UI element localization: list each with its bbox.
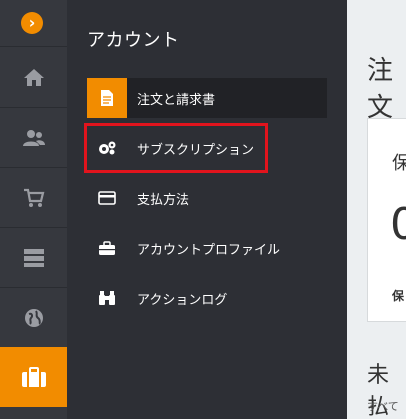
briefcase-icon bbox=[21, 367, 46, 387]
binoculars-icon bbox=[87, 278, 127, 318]
page-title: 注文 bbox=[367, 56, 394, 123]
document-icon bbox=[87, 78, 127, 118]
panel-title: アカウント bbox=[87, 30, 180, 51]
users-button[interactable] bbox=[0, 107, 67, 168]
globe-button[interactable] bbox=[0, 287, 67, 348]
home-icon bbox=[23, 69, 44, 86]
menu-item-label: 支払方法 bbox=[137, 192, 190, 208]
menu-item-label: アクションログ bbox=[137, 292, 228, 308]
server-icon bbox=[23, 249, 44, 267]
cart-icon bbox=[23, 188, 44, 207]
menu-item-payment-methods[interactable]: 支払方法 bbox=[87, 178, 327, 218]
cart-button[interactable] bbox=[0, 167, 67, 228]
card-sub-label: 保 bbox=[392, 289, 405, 303]
expand-toggle-button[interactable]: › bbox=[21, 12, 43, 34]
highlight-annotation bbox=[84, 123, 268, 173]
menu-item-label: 注文と請求書 bbox=[137, 92, 216, 108]
menu-item-label: アカウントプロファイル bbox=[137, 242, 281, 258]
briefcase-button[interactable] bbox=[0, 347, 67, 407]
menu-item-action-log[interactable]: アクションログ bbox=[87, 278, 327, 318]
summary-card: 保 0 保 bbox=[367, 118, 406, 322]
globe-icon bbox=[24, 309, 43, 327]
card-label: 保 bbox=[392, 153, 406, 174]
main-content: 注文 保 0 保 未払 すべて bbox=[347, 0, 406, 419]
credit-card-icon bbox=[87, 178, 127, 218]
card-value: 0 bbox=[390, 199, 406, 250]
briefcase-icon bbox=[87, 228, 127, 268]
menu-item-account-profile[interactable]: アカウントプロファイル bbox=[87, 228, 327, 268]
icon-rail: › bbox=[0, 0, 67, 419]
server-button[interactable] bbox=[0, 227, 67, 288]
section-subtitle: すべて bbox=[367, 400, 399, 413]
users-icon bbox=[22, 130, 45, 146]
menu-item-orders-invoices[interactable]: 注文と請求書 bbox=[87, 78, 327, 118]
account-submenu-panel: アカウント 注文と請求書 サブスクリプション 支払方法 アカウントプロファイル … bbox=[67, 0, 347, 419]
home-button[interactable] bbox=[0, 46, 67, 107]
